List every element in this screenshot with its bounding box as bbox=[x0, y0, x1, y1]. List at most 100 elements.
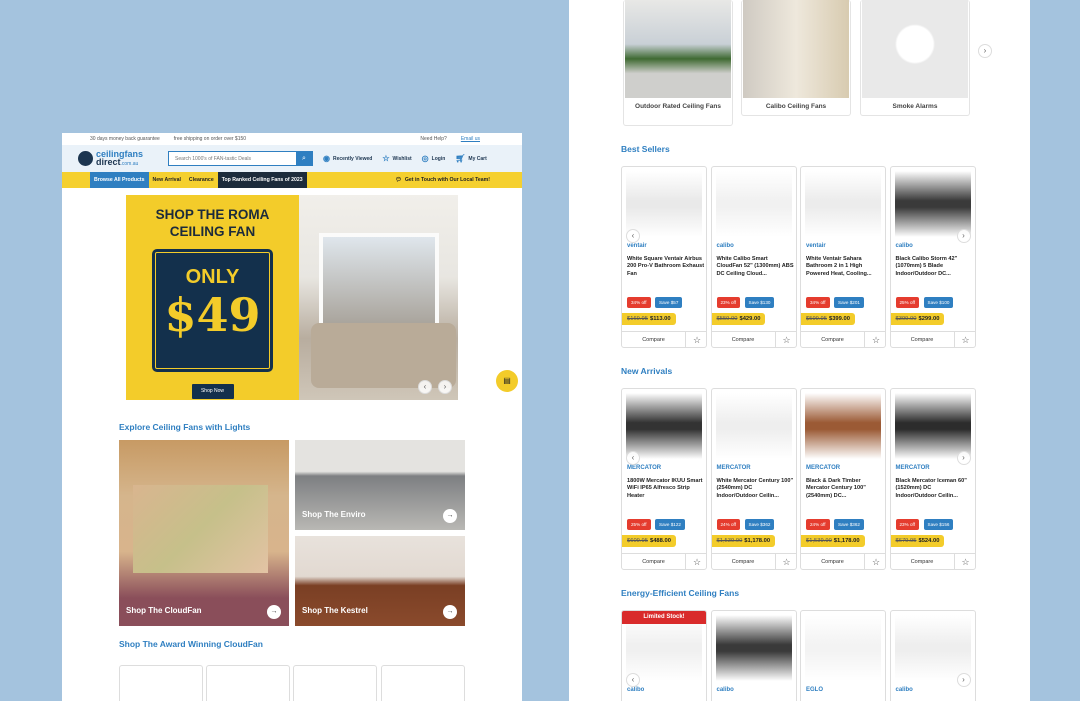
nav-browse-all[interactable]: Browse All Products bbox=[90, 172, 149, 188]
wishlist-link[interactable]: ☆ Wishlist bbox=[382, 154, 411, 163]
save-badge: Save $156 bbox=[923, 519, 954, 530]
product-card[interactable]: MERCATOR Black Mercator Iceman 60" (1520m… bbox=[889, 388, 976, 570]
product-name[interactable]: Black & Dark Timber Mercator Century 100… bbox=[806, 478, 884, 500]
brand-logo: calibo bbox=[716, 687, 734, 693]
category-label: Calibo Ceiling Fans bbox=[765, 103, 827, 110]
price-tag: $599.95 $399.00 bbox=[801, 313, 855, 325]
product-image bbox=[715, 393, 792, 459]
banner-next-button[interactable]: › bbox=[438, 380, 452, 394]
logo[interactable]: ceilingfans direct.com.au bbox=[78, 149, 168, 168]
homepage-right-screenshot: Outdoor Rated Ceiling Fans Calibo Ceilin… bbox=[569, 0, 1030, 701]
compare-button[interactable]: Compare bbox=[622, 553, 686, 569]
wishlist-star-icon[interactable]: ☆ bbox=[954, 331, 975, 347]
limited-stock-badge: Limited Stock! bbox=[622, 611, 706, 624]
nav-new-arrival[interactable]: New Arrival bbox=[149, 172, 185, 188]
product-name[interactable]: 1800W Mercator IKUU Smart WiFi IP65 Alfr… bbox=[627, 478, 705, 500]
product-card[interactable]: ventair White Square Ventair Airbus 200 P… bbox=[621, 166, 707, 348]
product-image bbox=[805, 393, 881, 459]
category-next-button[interactable]: › bbox=[978, 44, 992, 58]
login-link[interactable]: ◎ Login bbox=[422, 154, 446, 163]
search-placeholder: Search 1000's of FAN-tastic Deals bbox=[175, 155, 251, 162]
banner-only: ONLY bbox=[185, 266, 240, 288]
product-card[interactable]: calibo bbox=[710, 610, 797, 701]
price-tag: $1,539.90 $1,178.00 bbox=[801, 535, 865, 547]
product-card[interactable]: Limited Stock! calibo ‹ bbox=[621, 610, 707, 701]
compare-button[interactable]: Compare bbox=[711, 553, 776, 569]
carousel-next-button[interactable]: › bbox=[956, 229, 971, 243]
carousel-next-button[interactable]: › bbox=[956, 451, 971, 465]
product-card[interactable]: EGLO bbox=[800, 610, 886, 701]
category-label: Outdoor Rated Ceiling Fans bbox=[635, 103, 721, 110]
price: $1,178.00 bbox=[744, 538, 771, 544]
product-card[interactable]: ventair White Ventair Sahara Bathroom 2 i… bbox=[800, 166, 886, 348]
carousel-prev-button[interactable]: ‹ bbox=[626, 451, 640, 465]
product-card[interactable]: MERCATOR Black & Dark Timber Mercator Cen… bbox=[800, 388, 886, 570]
product-name[interactable]: White Ventair Sahara Bathroom 2 in 1 Hig… bbox=[806, 256, 884, 278]
carousel-prev-button[interactable]: ‹ bbox=[626, 673, 640, 687]
save-badge: Save $362 bbox=[834, 519, 864, 530]
search-input[interactable]: Search 1000's of FAN-tastic Deals ⌕ bbox=[168, 151, 313, 166]
cart-link[interactable]: 🛒︎ My Cart bbox=[455, 154, 487, 163]
wishlist-star-icon[interactable]: ☆ bbox=[865, 553, 885, 569]
wishlist-star-icon[interactable]: ☆ bbox=[954, 553, 975, 569]
product-name[interactable]: White Mercator Century 100" (2540mm) DC … bbox=[717, 478, 795, 500]
product-card[interactable]: MERCATOR 1800W Mercator IKUU Smart WiFi I… bbox=[621, 388, 707, 570]
brand-logo: ventair bbox=[806, 243, 826, 249]
price: $1,178.00 bbox=[833, 538, 860, 544]
email-link[interactable]: Email us bbox=[461, 136, 480, 142]
homepage-left-screenshot: 30 days money back guarantee free shippi… bbox=[62, 133, 522, 701]
wishlist-star-icon[interactable]: ☆ bbox=[686, 553, 706, 569]
wishlist-star-icon[interactable]: ☆ bbox=[865, 331, 885, 347]
search-icon[interactable]: ⌕ bbox=[296, 152, 312, 165]
compare-button[interactable]: Compare bbox=[622, 331, 686, 347]
product-image bbox=[894, 171, 971, 237]
product-image bbox=[626, 615, 702, 681]
nav-clearance[interactable]: Clearance bbox=[185, 172, 218, 188]
product-card[interactable]: calibo White Calibo Smart CloudFan 52" (1… bbox=[710, 166, 797, 348]
save-badge: Save $130 bbox=[744, 297, 775, 308]
arrow-right-icon[interactable]: → bbox=[443, 509, 457, 523]
logo-bottom: direct bbox=[96, 156, 121, 167]
product-card[interactable] bbox=[206, 665, 290, 701]
banner-prev-button[interactable]: ‹ bbox=[418, 380, 432, 394]
product-card[interactable]: calibo Black Calibo Storm 42" (1070mm) 5 … bbox=[889, 166, 976, 348]
product-card[interactable] bbox=[293, 665, 377, 701]
category-outdoor[interactable]: Outdoor Rated Ceiling Fans bbox=[623, 0, 733, 126]
product-card[interactable]: calibo › bbox=[889, 610, 976, 701]
product-image bbox=[894, 393, 971, 459]
wishlist-star-icon[interactable]: ☆ bbox=[775, 331, 796, 347]
carousel-prev-button[interactable]: ‹ bbox=[626, 229, 640, 243]
chat-button[interactable]: ▤ bbox=[496, 370, 518, 392]
shop-now-button[interactable]: Shop Now bbox=[191, 384, 234, 399]
compare-button[interactable]: Compare bbox=[890, 331, 955, 347]
category-calibo[interactable]: Calibo Ceiling Fans bbox=[741, 0, 851, 116]
banner-price: $49 bbox=[164, 288, 261, 342]
product-card[interactable] bbox=[119, 665, 203, 701]
compare-button[interactable]: Compare bbox=[801, 553, 865, 569]
compare-button[interactable]: Compare bbox=[711, 331, 776, 347]
tile-cloudfan[interactable]: Shop The CloudFan → bbox=[119, 440, 289, 626]
carousel-next-button[interactable]: › bbox=[956, 673, 971, 687]
wishlist-star-icon[interactable]: ☆ bbox=[775, 553, 796, 569]
hero-banner[interactable]: SHOP THE ROMA CEILING FAN ONLY $49 Shop … bbox=[126, 195, 458, 400]
recently-viewed-link[interactable]: ◉ Recently Viewed bbox=[323, 154, 372, 163]
wishlist-star-icon[interactable]: ☆ bbox=[686, 331, 706, 347]
product-card[interactable] bbox=[381, 665, 465, 701]
product-name[interactable]: Black Mercator Iceman 60" (1520mm) DC In… bbox=[896, 478, 974, 500]
product-name[interactable]: White Square Ventair Airbus 200 Pro-V Ba… bbox=[627, 256, 705, 278]
product-image bbox=[715, 615, 792, 681]
top-info-bar: 30 days money back guarantee free shippi… bbox=[62, 133, 522, 145]
product-card[interactable]: MERCATOR White Mercator Century 100" (254… bbox=[710, 388, 797, 570]
compare-button[interactable]: Compare bbox=[801, 331, 865, 347]
nav-top-ranked[interactable]: Top Ranked Ceiling Fans of 2023 bbox=[217, 172, 307, 188]
category-smoke-alarms[interactable]: Smoke Alarms bbox=[860, 0, 970, 116]
product-name[interactable]: White Calibo Smart CloudFan 52" (1300mm)… bbox=[717, 256, 795, 278]
compare-button[interactable]: Compare bbox=[890, 553, 955, 569]
arrow-right-icon[interactable]: → bbox=[443, 605, 457, 619]
product-name[interactable]: Black Calibo Storm 42" (1070mm) 5 Blade … bbox=[896, 256, 974, 278]
nav-contact[interactable]: 💬︎ Get in Touch with Our Local Team! bbox=[391, 172, 494, 188]
tile-enviro[interactable]: Shop The Enviro → bbox=[295, 440, 465, 530]
arrow-right-icon[interactable]: → bbox=[267, 605, 281, 619]
save-badge: Save $100 bbox=[923, 297, 954, 308]
tile-kestrel[interactable]: Shop The Kestrel → bbox=[295, 536, 465, 626]
